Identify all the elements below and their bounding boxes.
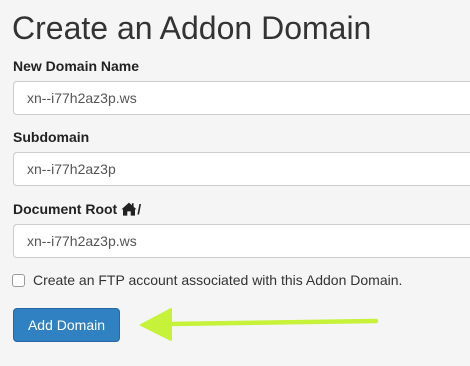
annotation-arrow-icon — [140, 308, 379, 341]
